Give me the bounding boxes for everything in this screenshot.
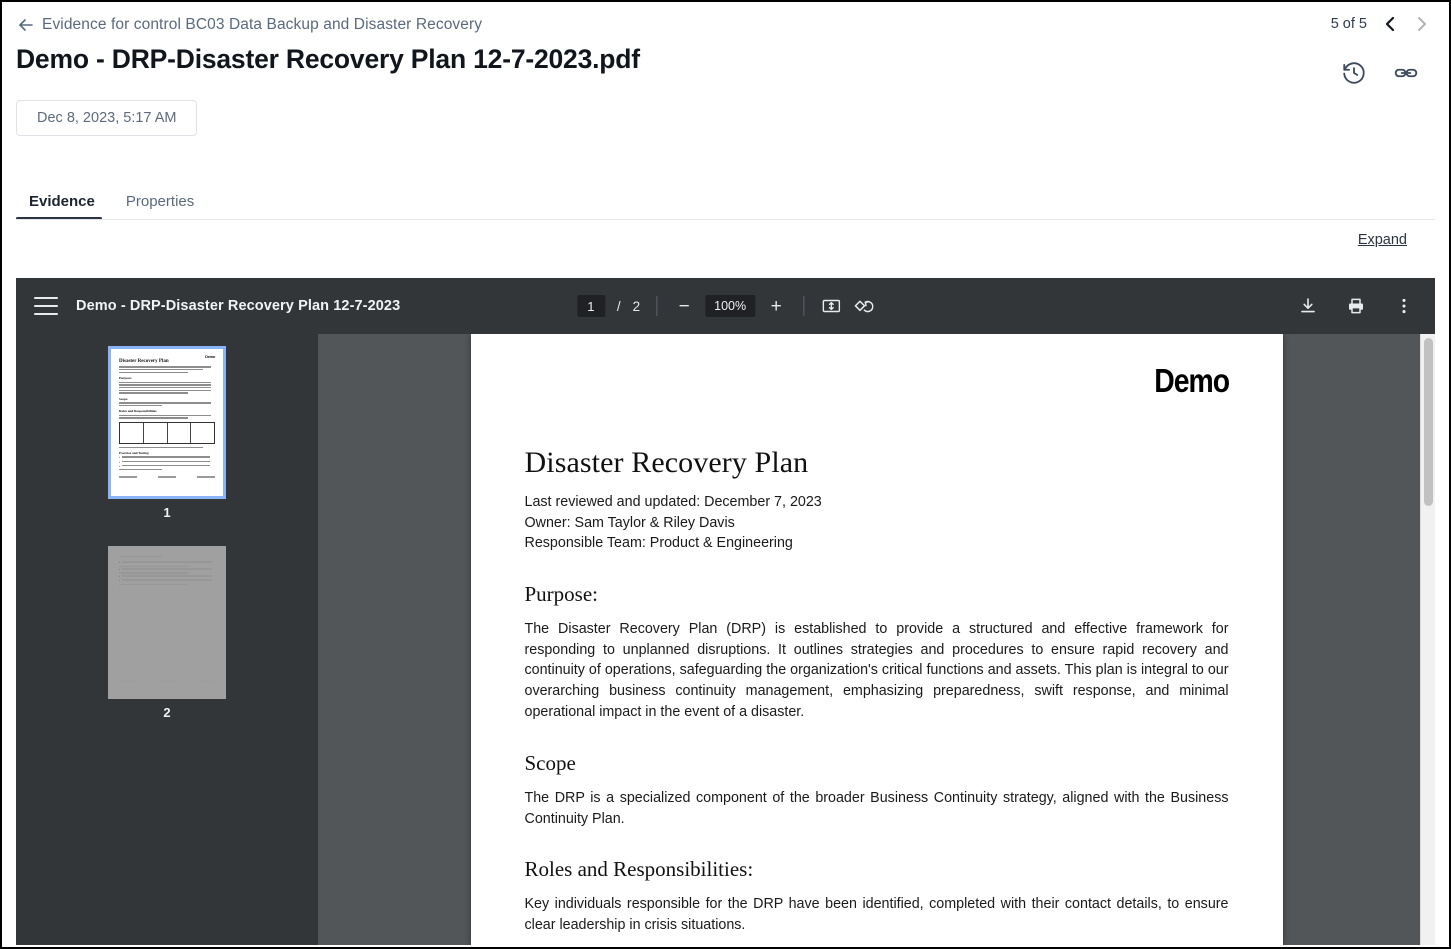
- page-separator: /: [617, 299, 621, 314]
- page-title-row: Demo - DRP-Disaster Recovery Plan 12-7-2…: [2, 36, 1449, 80]
- scrollbar-thumb[interactable]: [1424, 338, 1433, 506]
- section-body-purpose: The Disaster Recovery Plan (DRP) is esta…: [525, 619, 1229, 723]
- pdf-canvas-area[interactable]: Demo Disaster Recovery Plan Last reviewe…: [318, 334, 1435, 945]
- section-heading-roles: Roles and Responsibilities:: [525, 857, 1229, 882]
- pdf-toolbar: Demo - DRP-Disaster Recovery Plan 12-7-2…: [16, 278, 1435, 334]
- zoom-level[interactable]: 100%: [705, 295, 755, 317]
- expand-row: Expand: [2, 220, 1449, 248]
- link-icon[interactable]: [1393, 60, 1419, 86]
- expand-link[interactable]: Expand: [1358, 232, 1407, 248]
- page-number-input[interactable]: [577, 295, 605, 317]
- pdf-viewer: Demo - DRP-Disaster Recovery Plan 12-7-2…: [16, 278, 1435, 945]
- thumbnail-label: 1: [163, 505, 170, 520]
- zoom-in-button[interactable]: +: [765, 295, 787, 317]
- toolbar-divider-2: [803, 296, 804, 316]
- chevron-left-icon[interactable]: [1377, 11, 1403, 37]
- print-icon[interactable]: [1345, 295, 1367, 317]
- record-pager: 5 of 5: [1331, 11, 1435, 37]
- tab-divider: [16, 219, 1435, 220]
- section-body-scope: The DRP is a specialized component of th…: [525, 788, 1229, 830]
- meta-line: Owner: Sam Taylor & Riley Davis: [525, 513, 1229, 534]
- tab-evidence[interactable]: Evidence: [16, 193, 113, 220]
- thumbnail-item[interactable]: 2: [16, 546, 318, 746]
- document-meta: Last reviewed and updated: December 7, 2…: [525, 492, 1229, 554]
- document-logo: Demo: [623, 362, 1228, 400]
- evidence-date-chip[interactable]: Dec 8, 2023, 5:17 AM: [16, 100, 197, 136]
- chevron-right-icon[interactable]: [1409, 11, 1435, 37]
- more-vertical-icon[interactable]: [1393, 295, 1415, 317]
- meta-line: Last reviewed and updated: December 7, 2…: [525, 492, 1229, 513]
- vertical-scrollbar[interactable]: [1420, 334, 1435, 945]
- meta-line: Responsible Team: Product & Engineering: [525, 533, 1229, 554]
- tab-properties[interactable]: Properties: [113, 193, 212, 220]
- pager-count: 5 of 5: [1331, 16, 1367, 32]
- section-heading-scope: Scope: [525, 751, 1229, 776]
- thumbnail-page-1[interactable]: Demo Disaster Recovery Plan Purpose: Sco…: [108, 346, 226, 499]
- page-total: 2: [633, 299, 641, 314]
- history-icon[interactable]: [1341, 60, 1367, 86]
- toolbar-divider-1: [656, 296, 657, 316]
- arrow-left-icon[interactable]: [16, 15, 36, 35]
- breadcrumb-label[interactable]: Evidence for control BC03 Data Backup an…: [42, 16, 482, 34]
- breadcrumb[interactable]: Evidence for control BC03 Data Backup an…: [2, 2, 1449, 36]
- thumbnail-item[interactable]: Demo Disaster Recovery Plan Purpose: Sco…: [16, 346, 318, 546]
- header-actions: [1341, 60, 1419, 86]
- fit-to-page-icon[interactable]: [820, 295, 842, 317]
- pdf-page: Demo Disaster Recovery Plan Last reviewe…: [471, 334, 1283, 945]
- section-heading-purpose: Purpose:: [525, 582, 1229, 607]
- thumbnail-panel[interactable]: Demo Disaster Recovery Plan Purpose: Sco…: [16, 334, 318, 945]
- download-icon[interactable]: [1297, 295, 1319, 317]
- thumbnail-page-2[interactable]: [108, 546, 226, 699]
- pdf-viewer-body: Demo Disaster Recovery Plan Purpose: Sco…: [16, 334, 1435, 945]
- pdf-filename: Demo - DRP-Disaster Recovery Plan 12-7-2…: [76, 298, 400, 314]
- tab-bar: Evidence Properties: [2, 182, 1449, 220]
- pdf-toolbar-right: [1297, 278, 1415, 334]
- rotate-counterclockwise-icon[interactable]: [852, 295, 874, 317]
- thumbnail-preview: [111, 549, 223, 696]
- thumbnail-label: 2: [163, 705, 170, 720]
- pdf-toolbar-left: Demo - DRP-Disaster Recovery Plan 12-7-2…: [16, 297, 400, 315]
- zoom-out-button[interactable]: −: [673, 295, 695, 317]
- page-title: Demo - DRP-Disaster Recovery Plan 12-7-2…: [16, 44, 640, 74]
- document-title: Disaster Recovery Plan: [525, 446, 1229, 480]
- section-body-roles: Key individuals responsible for the DRP …: [525, 894, 1229, 936]
- pdf-toolbar-center: / 2 − 100% +: [577, 278, 874, 334]
- evidence-detail-page: Evidence for control BC03 Data Backup an…: [2, 2, 1449, 947]
- hamburger-menu-icon[interactable]: [34, 297, 58, 315]
- thumbnail-preview: Demo Disaster Recovery Plan Purpose: Sco…: [111, 349, 223, 496]
